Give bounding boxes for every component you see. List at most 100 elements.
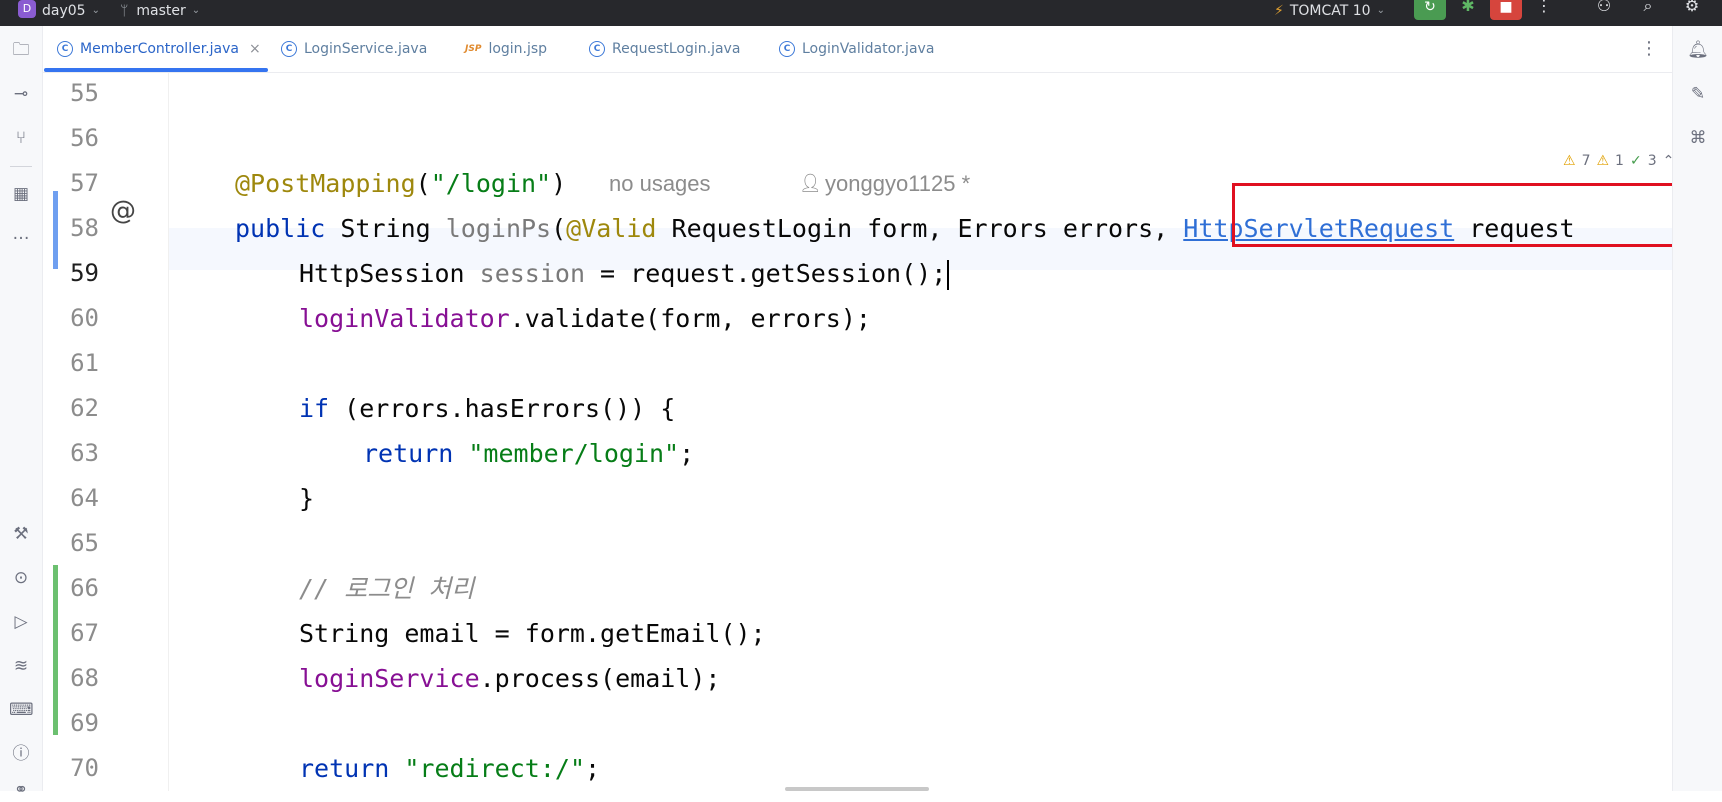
- services-view-button[interactable]: ⊙: [9, 566, 33, 590]
- search-everywhere-button[interactable]: ⌕: [1636, 0, 1660, 16]
- line-number: 57: [70, 169, 99, 197]
- add-user-icon: ⚇: [1596, 0, 1612, 15]
- line-number: 67: [70, 619, 99, 647]
- code-line: 69: [43, 701, 1672, 746]
- assistant-button[interactable]: ✎: [1686, 82, 1710, 106]
- terminal-view-button[interactable]: ⌨: [9, 698, 34, 722]
- tab-loginvalidator[interactable]: C LoginValidator.java: [779, 26, 934, 72]
- debug-button[interactable]: ✱: [1456, 0, 1480, 15]
- tab-login-jsp[interactable]: JSP login.jsp: [465, 26, 547, 72]
- jsp-icon: JSP: [465, 44, 482, 54]
- code-line: 61: [43, 341, 1672, 386]
- java-class-icon: C: [589, 41, 605, 57]
- line-number: 56: [70, 124, 99, 152]
- line-number: 68: [70, 664, 99, 692]
- more-horizontal-icon: …: [12, 224, 30, 244]
- commit-icon: ⊸: [13, 84, 29, 104]
- run-view-button[interactable]: ▷: [9, 610, 33, 634]
- more-actions-button[interactable]: ⋮: [1532, 0, 1556, 15]
- settings-button[interactable]: ⚙: [1680, 0, 1704, 15]
- python-icon: ⌘: [1689, 128, 1707, 148]
- tab-loginservice[interactable]: C LoginService.java: [281, 26, 427, 72]
- code-line: 56: [43, 116, 1672, 161]
- tab-membercontroller[interactable]: C MemberController.java ×: [57, 26, 261, 72]
- code-line: 55: [43, 73, 1672, 116]
- run-config-name: TOMCAT 10: [1289, 3, 1371, 19]
- tomcat-icon: ⚡: [1274, 3, 1284, 19]
- title-bar: D day05 ⌄ ᛘ master ⌄ ⚡ TOMCAT 10 ⌄ ↻ ✱ ■…: [0, 0, 1722, 26]
- layers-view-button[interactable]: ≋: [9, 654, 33, 678]
- code-text: return "member/login";: [363, 439, 695, 468]
- code-text: }: [299, 484, 315, 513]
- code-line: 68 loginService.process(email);: [43, 656, 1672, 701]
- pull-requests-button[interactable]: ⑂: [9, 126, 33, 150]
- project-badge: D: [18, 0, 36, 18]
- code-with-me-button[interactable]: ⚇: [1592, 0, 1616, 15]
- code-line: 62 if (errors.hasErrors()) {: [43, 386, 1672, 431]
- branch-icon: ᛘ: [120, 3, 129, 19]
- run-tool-icon: ▷: [14, 612, 28, 632]
- author-hint[interactable]: yonggyo1125 *: [825, 161, 970, 206]
- python-console-button[interactable]: ⌘: [1686, 126, 1710, 150]
- text-caret: [947, 260, 950, 290]
- code-line: 67 String email = form.getEmail();: [43, 611, 1672, 656]
- code-line: 60 loginValidator.validate(form, errors)…: [43, 296, 1672, 341]
- code-line: 65: [43, 521, 1672, 566]
- code-line: 66 // 로그인 처리: [43, 566, 1672, 611]
- stop-button[interactable]: ■: [1490, 0, 1522, 20]
- code-comment: // 로그인 처리: [299, 574, 475, 603]
- line-number: 65: [70, 529, 99, 557]
- notifications-button[interactable]: 🔔︎: [1686, 38, 1710, 62]
- line-number: 61: [70, 349, 99, 377]
- line-number: 58: [70, 214, 99, 242]
- code-line: 63 return "member/login";: [43, 431, 1672, 476]
- more-icon: ⋮: [1536, 0, 1552, 15]
- line-number: 69: [70, 709, 99, 737]
- close-icon[interactable]: ×: [249, 41, 261, 57]
- divider: [10, 166, 32, 167]
- more-icon: ⋮: [1640, 38, 1658, 59]
- structure-view-button[interactable]: ▦: [9, 182, 33, 206]
- java-class-icon: C: [779, 41, 795, 57]
- horizontal-scrollbar[interactable]: [785, 787, 929, 791]
- git-icon: ⚭: [13, 780, 29, 800]
- problems-view-button[interactable]: ⓘ: [9, 742, 33, 766]
- left-tool-strip: 🗀 ⊸ ⑂ ▦ … ⚒ ⊙ ▷ ≋ ⌨ ⓘ ⚭: [0, 26, 43, 800]
- line-number: 63: [70, 439, 99, 467]
- stop-icon: ■: [1499, 0, 1513, 15]
- problems-icon: ⓘ: [12, 744, 30, 764]
- commit-view-button[interactable]: ⊸: [9, 82, 33, 106]
- code-editor[interactable]: @ ⚠7 ⚠1 ✓3 ⌃ ⌄ 55 56 57 @PostMapping("/l…: [43, 73, 1672, 791]
- tab-label: login.jsp: [488, 41, 548, 57]
- debug-icon: ✱: [1461, 0, 1475, 15]
- tab-options-button[interactable]: ⋮: [1640, 38, 1658, 59]
- more-tool-windows-button[interactable]: …: [9, 222, 33, 246]
- run-button[interactable]: ↻: [1414, 0, 1446, 20]
- line-number: 60: [70, 304, 99, 332]
- code-line-current: 59 HttpSession session = request.getSess…: [43, 251, 1672, 296]
- usages-hint[interactable]: no usages: [609, 161, 711, 206]
- active-tab-indicator: [44, 68, 268, 72]
- highlight-box: [1232, 183, 1672, 247]
- tab-label: RequestLogin.java: [612, 41, 741, 57]
- line-number: 66: [70, 574, 99, 602]
- tab-label: LoginService.java: [304, 41, 428, 57]
- code-line: 64 }: [43, 476, 1672, 521]
- project-view-button[interactable]: 🗀: [9, 38, 33, 62]
- code-text: String email = form.getEmail();: [299, 619, 766, 648]
- build-view-button[interactable]: ⚒: [9, 522, 33, 546]
- project-name: day05: [42, 3, 86, 19]
- settings-icon: ⚙: [1684, 0, 1700, 15]
- bell-icon: 🔔︎: [1687, 40, 1709, 60]
- layers-icon: ≋: [13, 656, 29, 676]
- run-icon: ↻: [1424, 0, 1436, 15]
- line-number: 59: [70, 259, 99, 287]
- code-line: 70 return "redirect:/";: [43, 746, 1672, 791]
- chevron-down-icon: ⌄: [1376, 5, 1385, 16]
- java-class-icon: C: [57, 41, 73, 57]
- search-icon: ⌕: [1643, 0, 1653, 15]
- tab-requestlogin[interactable]: C RequestLogin.java: [589, 26, 740, 72]
- code-text: if (errors.hasErrors()) {: [299, 394, 676, 423]
- folder-icon: 🗀: [12, 40, 30, 60]
- vcs-view-button[interactable]: ⚭: [9, 778, 33, 802]
